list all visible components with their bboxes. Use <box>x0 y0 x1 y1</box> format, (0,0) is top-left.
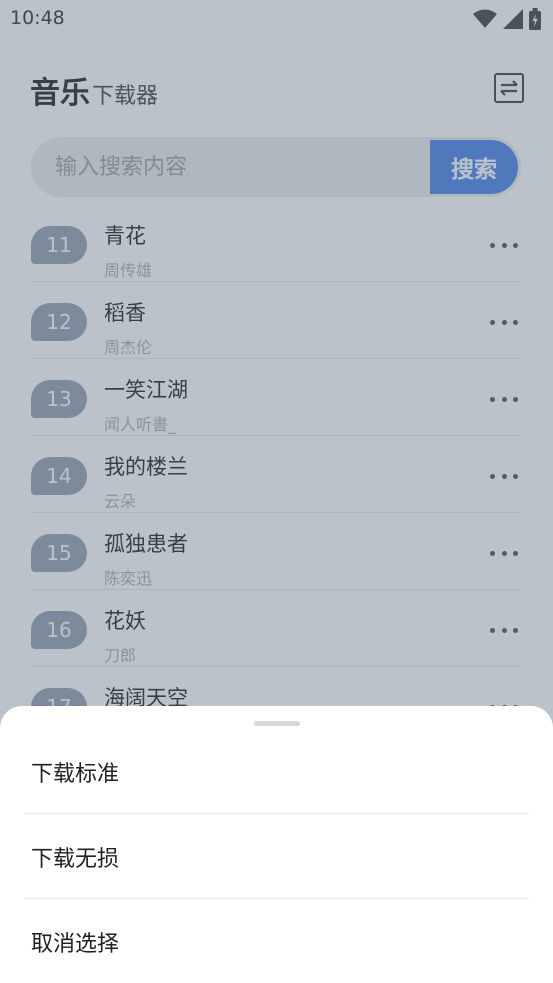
download-standard-option[interactable]: 下载标准 <box>24 729 529 814</box>
option-label: 取消选择 <box>31 931 120 957</box>
sheet-drag-handle[interactable] <box>254 721 300 726</box>
option-label: 下载标准 <box>31 761 120 787</box>
download-lossless-option[interactable]: 下载无损 <box>24 814 529 899</box>
cancel-selection-option[interactable]: 取消选择 <box>24 899 529 983</box>
option-label: 下载无损 <box>31 846 120 872</box>
app-screen: 10:48 音乐下载器 搜索 11 青花 周传雄 12 稻香 周杰伦 <box>0 0 553 983</box>
bottom-sheet: 下载标准 下载无损 取消选择 <box>0 706 553 983</box>
